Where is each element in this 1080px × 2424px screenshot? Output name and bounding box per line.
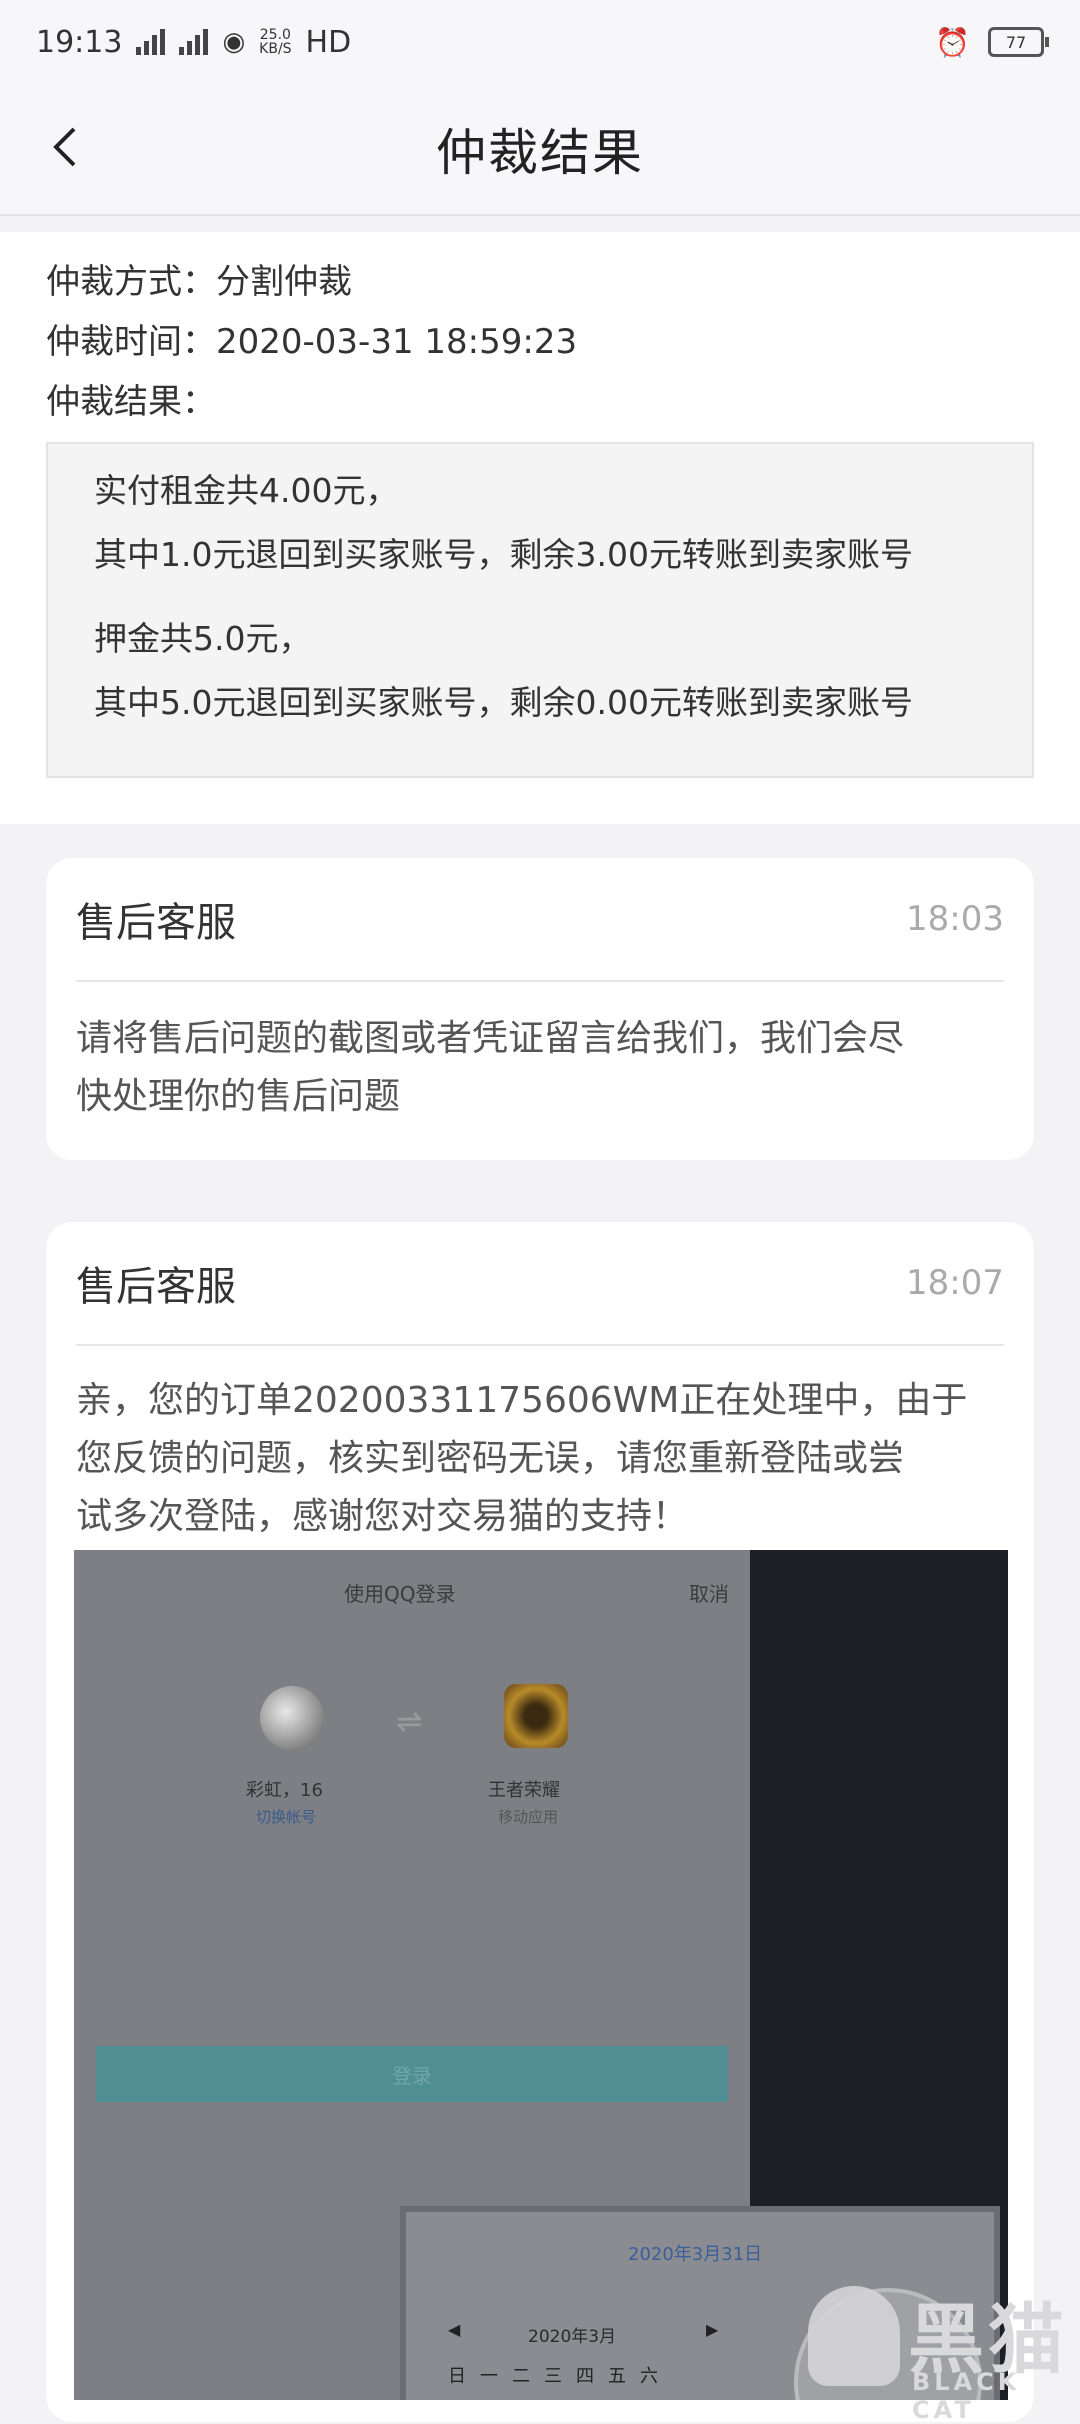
calendar-next-icon: ▶	[706, 2320, 719, 2339]
message-time: 18:03	[906, 899, 1004, 939]
calendar-prev-icon: ◀	[448, 2320, 461, 2339]
arbitration-info: 仲裁方式：分割仲裁 仲裁时间：2020-03-31 18:59:23 仲裁结果：…	[0, 232, 1080, 824]
back-button[interactable]	[40, 122, 90, 172]
avatar	[260, 1686, 324, 1750]
message-line: 您反馈的问题，核实到密码无误，请您重新登陆或尝	[76, 1438, 905, 1479]
arbitration-result-label: 仲裁结果：	[46, 382, 216, 422]
screenshot-user-name: 彩虹，16	[246, 1780, 323, 1801]
attached-screenshot[interactable]: 使用QQ登录 取消 ⇌ 彩虹，16 切换帐号 王者荣耀 移动应用 登录 2020…	[74, 1550, 1008, 2400]
battery-icon: 77	[988, 27, 1049, 57]
signal-icon	[136, 29, 166, 55]
signal-icon-2	[179, 29, 209, 55]
status-bar: 19:13 ◉ 25.0 KB/S HD ⏰ 77	[0, 0, 1080, 84]
page-title: 仲裁结果	[436, 124, 644, 182]
message-sender: 售后客服	[76, 900, 236, 946]
message-header: 售后客服 18:07	[76, 1222, 1004, 1346]
message-line: 亲，您的订单20200331175606WM正在处理中，由于	[76, 1380, 968, 1421]
status-right: ⏰ 77	[935, 25, 1049, 59]
message-line: 试多次登陆，感谢您对交易猫的支持！	[76, 1496, 689, 1537]
result-line: 其中5.0元退回到买家账号，剩余0.00元转账到卖家账号	[94, 683, 913, 722]
alarm-icon: ⏰	[935, 25, 970, 59]
chevron-left-icon	[53, 127, 76, 167]
screenshot-login-button: 登录	[96, 2046, 728, 2102]
message-sender: 售后客服	[76, 1264, 236, 1310]
arbitration-time: 仲裁时间：2020-03-31 18:59:23	[46, 322, 578, 362]
message-line: 快处理你的售后问题	[76, 1076, 401, 1117]
message-line: 请将售后问题的截图或者凭证留言给我们，我们会尽	[76, 1018, 905, 1059]
network-speed: 25.0 KB/S	[259, 28, 291, 56]
screenshot-app-sub: 移动应用	[498, 1808, 559, 1826]
message-text: 请将售后问题的截图或者凭证留言给我们，我们会尽 快处理你的售后问题	[76, 1010, 1004, 1126]
result-line: 押金共5.0元，	[94, 619, 312, 658]
cat-logo-icon	[808, 2286, 900, 2386]
swap-icon: ⇌	[396, 1702, 423, 1740]
message-card: 售后客服 18:03 请将售后问题的截图或者凭证留言给我们，我们会尽 快处理你的…	[46, 858, 1034, 1160]
battery-level: 77	[1005, 32, 1027, 52]
result-line: 其中1.0元退回到买家账号，剩余3.00元转账到卖家账号	[94, 535, 913, 574]
calendar-date: 2020年3月31日	[628, 2244, 763, 2265]
calendar-weekdays: 日一二三四五六	[448, 2366, 672, 2387]
network-speed-unit: KB/S	[259, 41, 292, 57]
wifi-icon: ◉	[222, 27, 246, 57]
app-icon	[504, 1684, 568, 1748]
message-text: 亲，您的订单20200331175606WM正在处理中，由于 您反馈的问题，核实…	[76, 1372, 1004, 1546]
arbitration-method: 仲裁方式：分割仲裁	[46, 262, 352, 302]
status-time: 19:13	[36, 24, 123, 60]
message-header: 售后客服 18:03	[76, 858, 1004, 982]
screenshot-cancel: 取消	[689, 1582, 729, 1606]
status-left: 19:13 ◉ 25.0 KB/S HD	[36, 25, 351, 60]
screenshot-app-name: 王者荣耀	[488, 1780, 560, 1801]
arbitration-result-box: 实付租金共4.00元， 其中1.0元退回到买家账号，剩余3.00元转账到卖家账号…	[46, 442, 1034, 778]
navigation-bar: 仲裁结果	[0, 84, 1080, 216]
screenshot-title: 使用QQ登录	[344, 1582, 456, 1606]
watermark-subtext: BLACK CAT	[912, 2368, 1021, 2424]
result-line: 实付租金共4.00元，	[94, 471, 399, 510]
calendar-month: 2020年3月	[528, 2327, 617, 2347]
hd-badge: HD	[305, 24, 352, 60]
message-time: 18:07	[906, 1263, 1004, 1303]
screenshot-switch-account: 切换帐号	[256, 1808, 317, 1826]
watermark: 黑猫 BLACK CAT	[808, 2286, 1078, 2424]
